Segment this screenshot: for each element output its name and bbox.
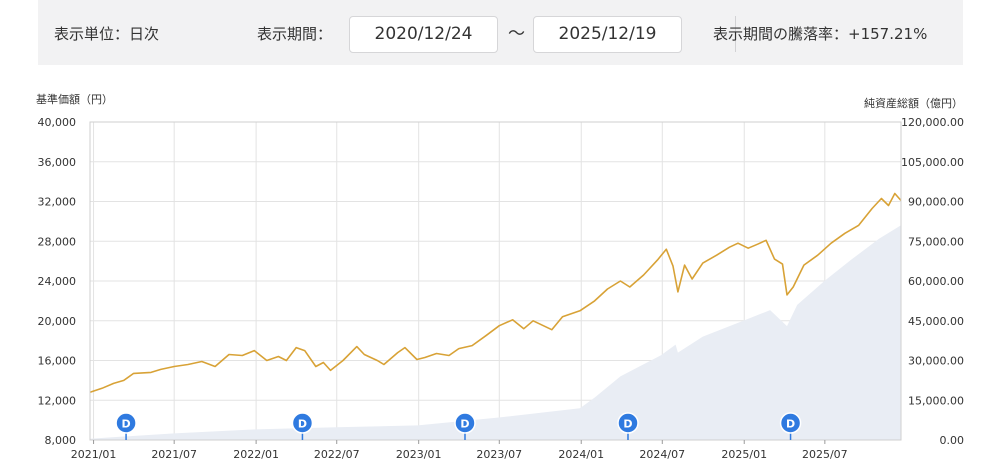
left-axis-ticks: 8,000 12,000 16,000 20,000 24,000 28,000 32,00… <box>38 116 77 447</box>
right-tick-label: 105,000.00 <box>901 156 964 169</box>
marker-label: D <box>786 418 795 431</box>
right-tick-label: 15,000.00 <box>908 394 964 407</box>
left-tick-label: 16,000 <box>38 355 77 368</box>
marker-label: D <box>122 418 131 431</box>
right-tick-label: 45,000.00 <box>908 315 964 328</box>
dividend-marker: D <box>115 412 137 440</box>
x-tick-label: 2025/07 <box>802 448 848 461</box>
x-tick-label: 2023/07 <box>476 448 522 461</box>
marker-label: D <box>460 418 469 431</box>
right-tick-label: 30,000.00 <box>908 355 964 368</box>
right-tick-label: 75,000.00 <box>908 235 964 248</box>
x-tick-label: 2021/01 <box>71 448 117 461</box>
left-tick-label: 24,000 <box>38 275 77 288</box>
left-tick-label: 8,000 <box>45 434 77 447</box>
right-axis-ticks: 0.00 15,000.00 30,000.00 45,000.00 60,000.00… <box>901 116 964 447</box>
right-tick-label: 60,000.00 <box>908 275 964 288</box>
x-tick-label: 2023/01 <box>396 448 442 461</box>
left-tick-label: 20,000 <box>38 315 77 328</box>
net-assets-area <box>90 225 901 440</box>
left-tick-label: 40,000 <box>38 116 77 129</box>
left-tick-label: 36,000 <box>38 156 77 169</box>
x-tick-label: 2024/01 <box>558 448 604 461</box>
right-tick-label: 90,000.00 <box>908 196 964 209</box>
x-tick-label: 2024/07 <box>639 448 685 461</box>
right-tick-label: 120,000.00 <box>901 116 964 129</box>
x-tick-label: 2021/07 <box>151 448 197 461</box>
x-tick-label: 2022/07 <box>314 448 360 461</box>
left-tick-label: 12,000 <box>38 394 77 407</box>
x-tick-label: 2025/01 <box>721 448 767 461</box>
net-assets-series <box>90 225 901 440</box>
x-tick-label: 2022/01 <box>233 448 279 461</box>
marker-label: D <box>623 418 632 431</box>
marker-label: D <box>298 418 307 431</box>
left-tick-label: 32,000 <box>38 196 77 209</box>
x-axis-ticks: 2021/01 2021/07 2022/01 2022/07 2023/01 2023/… <box>71 440 848 461</box>
left-tick-label: 28,000 <box>38 235 77 248</box>
price-chart: 8,000 12,000 16,000 20,000 24,000 28,000 32,00… <box>38 116 965 461</box>
right-tick-label: 0.00 <box>940 434 965 447</box>
